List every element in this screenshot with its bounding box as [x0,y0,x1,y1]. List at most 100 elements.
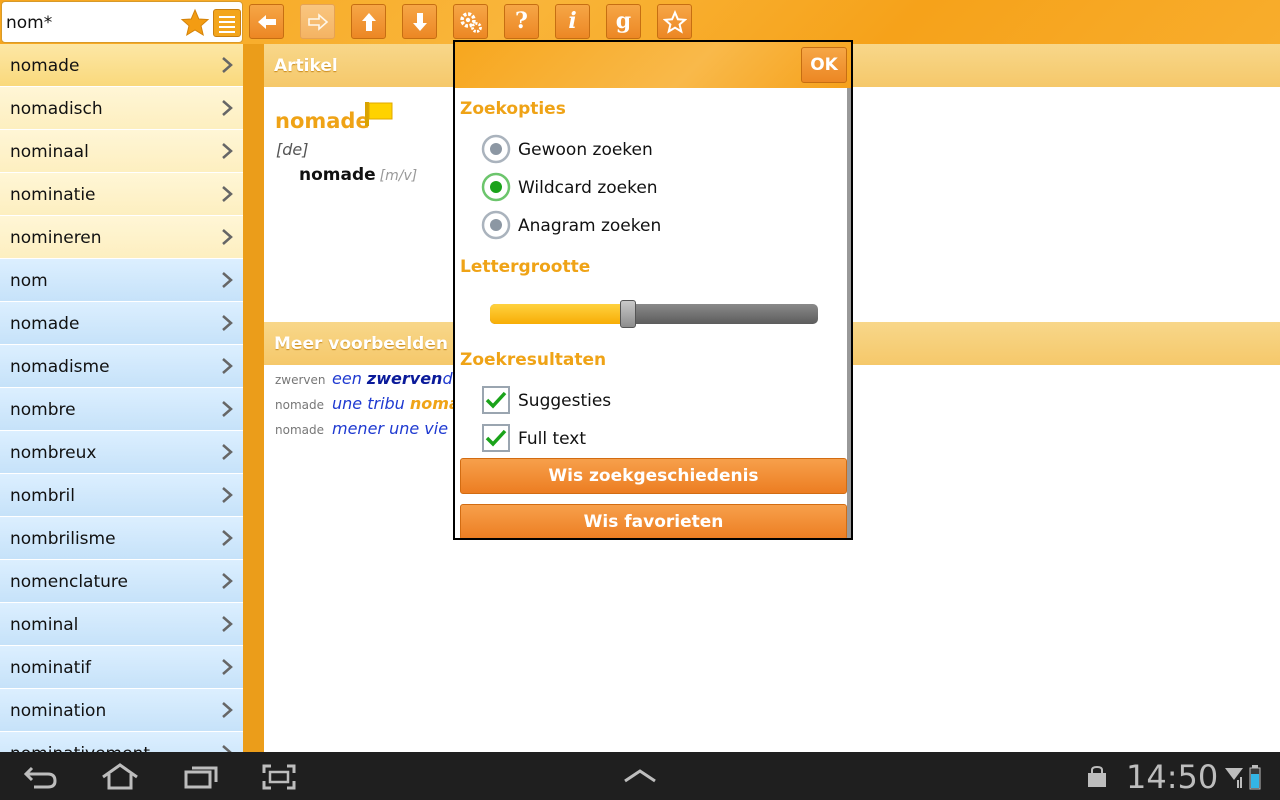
chevron-right-icon [222,745,232,752]
chevron-right-icon [222,315,233,331]
top-toolbar: ? i g [0,0,1280,44]
result-list-item[interactable]: nomination [0,689,243,732]
chevron-right-icon [222,272,233,288]
word-list[interactable]: nomade nomadisch nominaal nominatie nominere… [0,44,243,752]
arrow-right-icon [308,13,329,31]
history-list-item[interactable]: nomineren [0,216,243,259]
grammar-button[interactable]: g [606,4,641,39]
chevron-right-icon [222,57,233,73]
info-icon: i [568,8,577,34]
chevron-right-icon [222,573,233,589]
result-list-item[interactable]: nomenclature [0,560,243,603]
search-options-title: Zoekopties [460,99,566,119]
example-sentence: een zwervend b [332,369,468,388]
result-list-item[interactable]: nominal [0,603,243,646]
result-list-item[interactable]: nominativement [0,732,243,752]
list-menu-icon[interactable] [213,9,241,37]
example-key: nomade [275,398,324,412]
flag-icon [365,102,393,126]
example-key: nomade [275,423,324,437]
list-item-label: nominaal [10,142,89,162]
screenshot-icon[interactable] [262,764,296,790]
radio-label: Gewoon zoeken [518,140,653,160]
example-sentence: mener une vie de [332,419,474,438]
clear-favorites-button[interactable]: Wis favorieten [460,504,847,538]
radio-icon [481,210,511,240]
chevron-right-icon [222,186,233,202]
history-list-item[interactable]: nomadisch [0,87,243,130]
translation: nomade [m/v] [299,165,417,185]
forward-button[interactable] [300,4,335,39]
list-item-label: nomination [10,701,107,721]
checkbox-label: Suggesties [518,391,612,411]
translation-word[interactable]: nomade [299,165,376,185]
favorite-star-icon[interactable] [180,8,210,38]
history-list-item[interactable]: nominatie [0,173,243,216]
list-item-label: nombrilisme [10,529,116,549]
ok-button[interactable]: OK [801,47,847,83]
list-item-label: nominal [10,615,79,635]
list-item-label: nominativement [10,744,150,752]
home-icon[interactable] [100,762,140,790]
chevron-right-icon [222,358,233,374]
arrow-up-icon [362,13,376,31]
list-item-label: nomadisme [10,357,110,377]
result-list-item[interactable]: nominatif [0,646,243,689]
g-icon: g [615,8,632,34]
checkbox-icon [482,386,510,414]
dialog-header: OK [455,42,851,88]
result-list-item[interactable]: nomade [0,302,243,345]
back-icon[interactable] [22,764,58,790]
chevron-up-icon[interactable] [623,768,657,784]
gender-label: [m/v] [379,168,418,184]
wifi-signal-icon [1225,768,1243,788]
history-list-item[interactable]: nominaal [0,130,243,173]
history-list-item[interactable]: nomade [0,44,243,87]
list-item-label: nomade [10,56,80,76]
arrow-left-icon [258,15,276,29]
result-list-item[interactable]: nombreux [0,431,243,474]
radio-icon [481,172,511,202]
help-button[interactable]: ? [504,4,539,39]
checkbox-icon [482,424,510,452]
result-list-item[interactable]: nombre [0,388,243,431]
back-button[interactable] [249,4,284,39]
next-entry-button[interactable] [402,4,437,39]
headword: nomade [275,109,370,133]
chevron-right-icon [222,616,233,632]
list-item-label: nombre [10,400,76,420]
result-list-item[interactable]: nombril [0,474,243,517]
chevron-right-icon [222,659,233,675]
slider-thumb[interactable] [620,300,636,328]
chevron-right-icon [222,401,233,417]
previous-entry-button[interactable] [351,4,386,39]
info-button[interactable]: i [555,4,590,39]
list-item-label: nombreux [10,443,97,463]
font-size-title: Lettergrootte [460,257,591,277]
chevron-right-icon [222,229,233,245]
result-list-item[interactable]: nombrilisme [0,517,243,560]
pane-divider[interactable] [243,44,264,752]
recent-apps-icon[interactable] [183,764,219,790]
slider-fill [490,304,628,324]
settings-button[interactable] [453,4,488,39]
chevron-right-icon [222,702,233,718]
radio-label: Anagram zoeken [518,216,662,236]
chevron-right-icon [222,530,233,546]
list-item-label: nomadisch [10,99,103,119]
dialog-scrollbar[interactable] [847,88,851,538]
search-input[interactable] [6,10,176,36]
system-navigation-bar: 14:50 [0,752,1280,800]
font-size-slider[interactable] [490,300,818,328]
list-item-label: nominatif [10,658,92,678]
chevron-right-icon [222,143,233,159]
clear-history-button[interactable]: Wis zoekgeschiedenis [460,458,847,494]
list-item-label: nom [10,271,48,291]
radio-label: Wildcard zoeken [518,178,658,198]
radio-icon [481,134,511,164]
grammar-label: [de] [276,140,309,159]
list-item-label: nomenclature [10,572,128,592]
result-list-item[interactable]: nom [0,259,243,302]
favorites-button[interactable] [657,4,692,39]
result-list-item[interactable]: nomadisme [0,345,243,388]
